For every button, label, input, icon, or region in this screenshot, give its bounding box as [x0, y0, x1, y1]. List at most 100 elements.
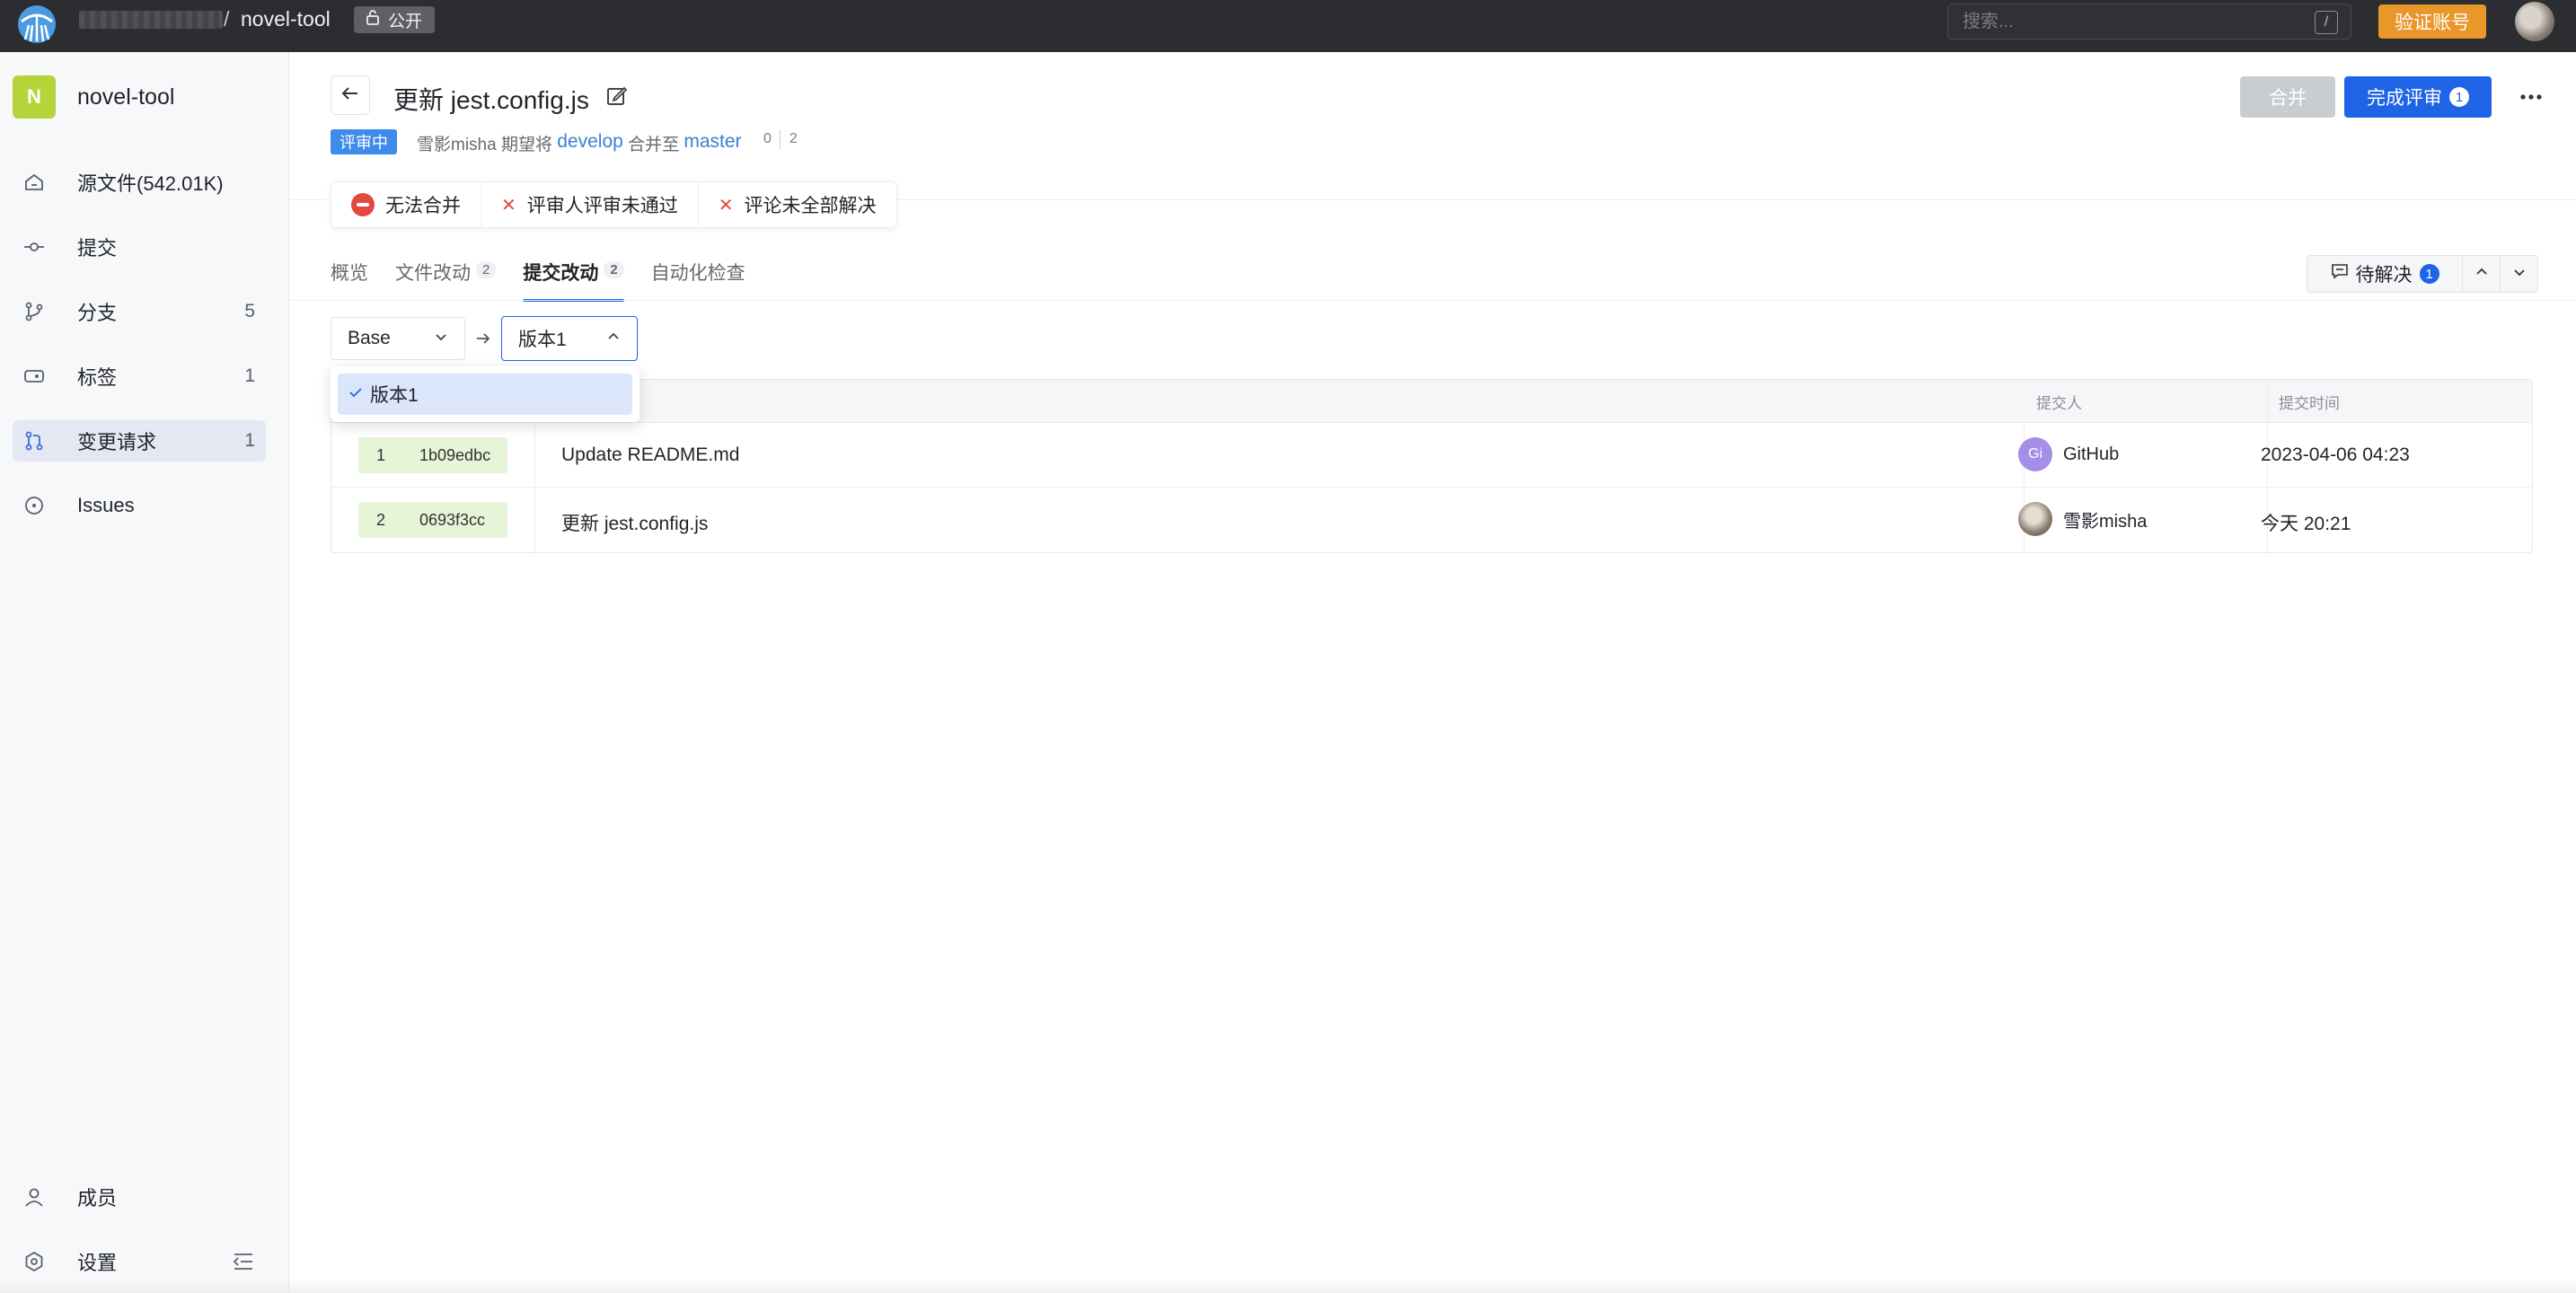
tab-checks[interactable]: 自动化检查: [651, 259, 745, 302]
pr-merge-info: 雪影misha 期望将 develop 合并至 master: [417, 131, 742, 155]
commit-message[interactable]: 更新 jest.config.js: [561, 509, 708, 536]
pr-meta-text: 期望将: [496, 136, 558, 154]
pr-author[interactable]: 雪影misha: [417, 131, 497, 155]
finish-review-button[interactable]: 完成评审 1: [2344, 76, 2492, 118]
tab-label: 自动化检查: [650, 263, 745, 284]
merge-checks: 无法合并 ✕ 评审人评审未通过 ✕ 评论未全部解决: [331, 181, 897, 228]
app-logo-icon[interactable]: [16, 4, 57, 45]
pending-count: 1: [2419, 264, 2439, 284]
chevron-down-icon: [434, 328, 448, 349]
sidebar-item-label: 提交: [77, 237, 118, 259]
finish-review-count: 1: [2449, 87, 2469, 107]
bottom-shadow: [0, 1279, 2576, 1293]
sidebar-item-tags[interactable]: 标签 1: [13, 356, 266, 397]
main-content: 更新 jest.config.js 评审中 雪影misha 期望将 develo…: [289, 52, 2576, 1293]
pending-label: 待解决: [2355, 265, 2413, 286]
repo-avatar: N: [13, 75, 56, 119]
previous-comment-button[interactable]: [2463, 255, 2501, 293]
breadcrumb-owner-redacted[interactable]: [79, 11, 223, 29]
settings-icon: [22, 1249, 47, 1274]
version-compare-bar: Base 版本1: [331, 316, 638, 361]
home-icon: [22, 170, 47, 195]
check-blocked[interactable]: 无法合并: [331, 182, 481, 227]
tab-label: 概览: [331, 263, 368, 284]
version-option[interactable]: 版本1: [338, 374, 632, 415]
pr-tabs: 概览 文件改动 2 提交改动 2 自动化检查: [331, 259, 745, 302]
target-version-value: 版本1: [518, 330, 567, 350]
check-label: 评论未全部解决: [744, 196, 877, 216]
target-version-select[interactable]: 版本1: [501, 316, 638, 361]
pr-title: 更新 jest.config.js: [393, 86, 589, 114]
version-option-label: 版本1: [370, 385, 419, 406]
sidebar-item-label: 分支: [77, 302, 118, 324]
sidebar-item-label: 成员: [77, 1187, 118, 1209]
user-avatar[interactable]: [2515, 2, 2554, 41]
arrow-left-icon: [340, 84, 360, 108]
more-options-icon[interactable]: [2511, 79, 2551, 115]
commit-message[interactable]: Update README.md: [561, 444, 739, 466]
additions-count: 2: [789, 131, 798, 147]
breadcrumb-repo[interactable]: novel-tool: [241, 7, 331, 31]
chevron-up-icon: [606, 328, 621, 349]
sidebar-item-settings[interactable]: 设置: [13, 1241, 266, 1282]
global-search[interactable]: /: [1947, 4, 2351, 40]
verify-account-button[interactable]: 验证账号: [2378, 4, 2486, 39]
commit-sha-chip[interactable]: 1 1b09edbc: [358, 437, 507, 473]
sidebar-item-branches[interactable]: 分支 5: [13, 291, 266, 332]
commits-table: 提交人 提交时间 1 1b09edbc Update README.md Gi …: [331, 379, 2533, 553]
back-button[interactable]: [331, 75, 370, 115]
sidebar-item-source[interactable]: 源文件(542.01K): [13, 162, 266, 203]
diff-stat: 0 2: [763, 129, 798, 149]
check-comments-unresolved[interactable]: ✕ 评论未全部解决: [697, 182, 896, 227]
commit-time: 今天 20:21: [2261, 514, 2351, 534]
repo-header[interactable]: N novel-tool: [13, 75, 174, 119]
repo-name: novel-tool: [77, 84, 175, 110]
collapse-sidebar-icon[interactable]: [232, 1250, 255, 1279]
deletions-count: 0: [763, 131, 772, 147]
branch-icon: [22, 299, 47, 324]
sidebar-item-pull-requests[interactable]: 变更请求 1: [13, 420, 266, 462]
sidebar-item-members[interactable]: 成员: [13, 1176, 266, 1218]
target-branch-link[interactable]: master: [684, 131, 741, 155]
pull-request-icon: [22, 428, 47, 453]
merge-button[interactable]: 合并: [2240, 76, 2335, 118]
search-shortcut-key: /: [2315, 11, 2338, 34]
comment-icon: [2331, 262, 2349, 286]
column-header-time: 提交时间: [2279, 395, 2340, 412]
breadcrumb-separator: /: [224, 7, 230, 31]
edit-icon[interactable]: [605, 84, 629, 108]
check-label: 评审人评审未通过: [526, 196, 678, 216]
search-input[interactable]: [1963, 11, 2313, 32]
commit-time: 2023-04-06 04:23: [2261, 444, 2410, 465]
source-branch-link[interactable]: develop: [557, 131, 623, 155]
tag-icon: [22, 364, 47, 389]
check-label: 无法合并: [385, 196, 461, 216]
table-row[interactable]: 2 0693f3cc 更新 jest.config.js 雪影misha 今天 …: [331, 488, 2532, 552]
table-row[interactable]: 1 1b09edbc Update README.md Gi GitHub 20…: [331, 423, 2532, 488]
check-review-failed[interactable]: ✕ 评审人评审未通过: [481, 182, 698, 227]
author-name: 雪影misha: [2063, 511, 2148, 532]
status-badge: 评审中: [331, 129, 397, 154]
commit-author[interactable]: 雪影misha: [2018, 502, 2147, 536]
tab-overview[interactable]: 概览: [331, 259, 368, 302]
sidebar-item-commits[interactable]: 提交: [13, 226, 266, 268]
sidebar-item-count: 1: [244, 430, 255, 451]
close-icon: ✕: [718, 195, 734, 216]
issue-icon: [22, 493, 47, 518]
next-comment-button[interactable]: [2501, 255, 2538, 293]
commit-author[interactable]: Gi GitHub: [2018, 437, 2119, 471]
base-version-select[interactable]: Base: [331, 317, 465, 360]
base-version-value: Base: [348, 328, 391, 348]
commit-sha-chip[interactable]: 2 0693f3cc: [358, 502, 507, 538]
avatar: Gi: [2018, 437, 2052, 471]
sidebar-item-issues[interactable]: Issues: [13, 485, 266, 526]
tab-count: 2: [476, 261, 497, 278]
tab-label: 文件改动: [395, 263, 471, 284]
finish-review-label: 完成评审: [2367, 88, 2442, 109]
tab-commits[interactable]: 提交改动 2: [523, 259, 625, 302]
pending-comments-button[interactable]: 待解决 1: [2307, 255, 2463, 293]
version-dropdown-menu: 版本1: [331, 366, 640, 422]
top-bar: / novel-tool 公开 / 验证账号: [0, 0, 2576, 52]
pending-comments-group: 待解决 1: [2307, 255, 2538, 293]
tab-files[interactable]: 文件改动 2: [395, 259, 497, 302]
